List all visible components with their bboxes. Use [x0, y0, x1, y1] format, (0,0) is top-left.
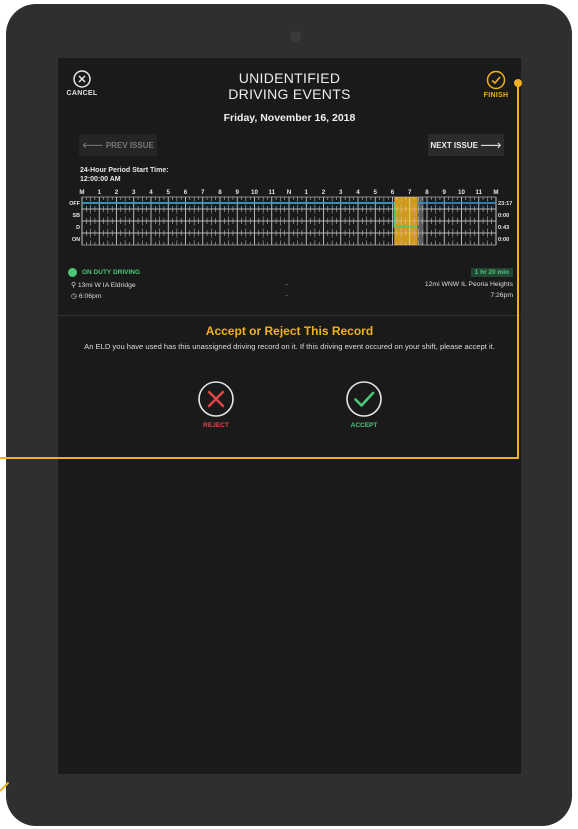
- title-line-2: DRIVING EVENTS: [228, 86, 351, 102]
- app-screen: CANCEL UNIDENTIFIED DRIVING EVENTS FINIS…: [58, 58, 521, 774]
- hour-tick-label: 8: [218, 189, 222, 196]
- hour-tick-label: 10: [458, 189, 465, 196]
- reject-label: REJECT: [203, 422, 229, 429]
- event-duration: 1 hr 20 min: [470, 268, 513, 277]
- callout-line: [517, 83, 519, 459]
- status-row-label: OFF: [69, 201, 80, 207]
- event-status: ON DUTY DRIVING: [68, 268, 140, 277]
- location-arrow: →: [283, 281, 290, 288]
- clock-icon: ◷: [71, 293, 77, 300]
- status-total: 0:43: [498, 225, 509, 231]
- time-arrow: →: [283, 292, 290, 299]
- next-issue-button[interactable]: NEXT ISSUE 🡒: [428, 134, 504, 156]
- prompt-title: Accept or Reject This Record: [205, 324, 374, 338]
- hour-tick-label: 3: [339, 189, 343, 196]
- hour-tick-label: 5: [167, 189, 171, 196]
- hour-tick-label: 9: [443, 189, 447, 196]
- hour-tick-label: 6: [184, 189, 188, 196]
- status-total: 0:00: [498, 213, 509, 219]
- callout-marker: [514, 79, 522, 87]
- driving-status-line: [82, 202, 418, 228]
- from-location: 13mi W IA Eldridge: [77, 282, 136, 289]
- hour-tick-label: 4: [356, 189, 360, 196]
- title-line-1: UNIDENTIFIED: [238, 70, 341, 86]
- reject-button[interactable]: REJECT: [196, 380, 236, 429]
- status-row-label: ON: [72, 237, 80, 243]
- hour-tick-label: M: [493, 189, 498, 196]
- prev-issue-button[interactable]: 🡐 PREV ISSUE: [79, 134, 157, 156]
- hour-tick-label: 2: [115, 189, 119, 196]
- hour-tick-label: N: [287, 189, 292, 196]
- prompt-text: An ELD you have used has this unassigned…: [84, 342, 495, 351]
- status-total: 23:17: [498, 201, 512, 207]
- check-circle-icon: [486, 70, 506, 90]
- driving-event: ON DUTY DRIVING 1 hr 20 min ⚲ 13mi W IA …: [68, 268, 513, 318]
- accept-check-icon: [346, 381, 382, 417]
- hour-tick-label: 1: [305, 189, 309, 196]
- location-pin-icon: ⚲: [71, 282, 76, 289]
- period-start-time: 12:00:00 AM: [80, 176, 121, 183]
- page-title: UNIDENTIFIED DRIVING EVENTS: [58, 70, 521, 102]
- hour-tick-label: 4: [149, 189, 153, 196]
- start-time: 6:06pm: [78, 293, 102, 300]
- hour-tick-label: 11: [268, 189, 275, 196]
- hour-tick-label: 3: [132, 189, 136, 196]
- accept-label: ACCEPT: [350, 422, 378, 429]
- section-divider: [58, 315, 521, 316]
- hour-tick-label: M: [79, 189, 84, 196]
- hour-tick-label: 7: [408, 189, 412, 196]
- end-time: 7:26pm: [490, 292, 513, 299]
- hour-tick-label: 5: [374, 189, 378, 196]
- camera-dot: [290, 31, 301, 42]
- period-start-label: 24-Hour Period Start Time:: [80, 167, 169, 174]
- event-status-label: ON DUTY DRIVING: [82, 269, 141, 276]
- status-row-label: D: [76, 225, 80, 231]
- callout-line: [0, 457, 519, 459]
- duty-status-graph: M 1 2 3 4 5 6 7 8 9 10 11 N 1 2 3 4 5 6 7 8 9 10 11 M OFF SB D ON 2…: [69, 189, 512, 246]
- hour-tick-label: 8: [425, 189, 429, 196]
- event-date: Friday, November 16, 2018: [223, 112, 356, 124]
- hour-tick-label: 6: [391, 189, 395, 196]
- status-row-label: SB: [73, 213, 81, 219]
- driving-status-icon: [68, 268, 77, 277]
- status-total: 0:00: [498, 237, 509, 243]
- hour-tick-label: 1: [98, 189, 102, 196]
- hour-tick-label: 11: [475, 189, 482, 196]
- hour-tick-label: 2: [322, 189, 326, 196]
- hour-tick-label: 10: [251, 189, 258, 196]
- to-location: 12mi WNW IL Peoria Heights: [424, 281, 513, 288]
- finish-button[interactable]: FINISH: [479, 70, 513, 99]
- accept-button[interactable]: ACCEPT: [344, 380, 384, 429]
- hour-tick-label: 9: [236, 189, 240, 196]
- period-start: 24-Hour Period Start Time: 12:00:00 AM: [80, 166, 169, 184]
- reject-x-icon: [198, 381, 234, 417]
- finish-label: FINISH: [483, 92, 509, 99]
- hour-tick-label: 7: [201, 189, 205, 196]
